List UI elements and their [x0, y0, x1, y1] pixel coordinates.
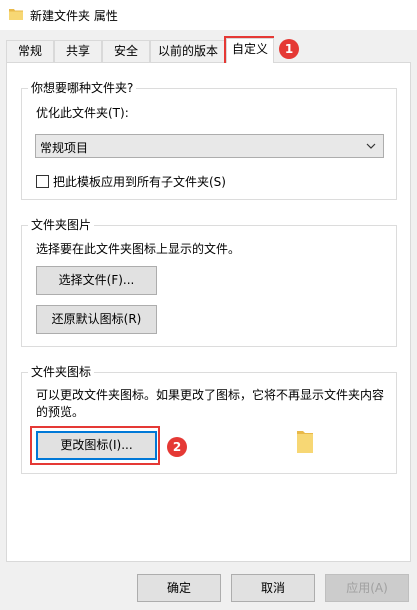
title-bar: 新建文件夹 属性: [0, 0, 417, 30]
annotation-box-2: [30, 426, 160, 465]
cancel-button[interactable]: 取消: [231, 574, 315, 602]
window-title: 新建文件夹 属性: [30, 9, 118, 23]
folder-icon-desc-line1: 可以更改文件夹图标。如果更改了图标，它将不再显示文件夹内容: [36, 388, 385, 402]
folder-preview-icon: [297, 431, 313, 453]
apply-subfolders-checkbox[interactable]: [36, 175, 49, 188]
tab-sharing[interactable]: 共享: [54, 40, 102, 62]
tab-strip: 常规 共享 安全 以前的版本 自定义: [6, 38, 410, 63]
optimize-select-value: 常规项目: [40, 141, 89, 155]
tab-previous-versions[interactable]: 以前的版本: [150, 40, 226, 62]
folder-icon-desc-line2: 的预览。: [36, 405, 85, 419]
optimize-select[interactable]: 常规项目: [35, 134, 384, 158]
tab-customize[interactable]: 自定义: [226, 38, 274, 63]
chevron-down-icon: [366, 143, 376, 149]
annotation-badge-2: 2: [167, 437, 187, 457]
optimize-label: 优化此文件夹(T):: [36, 106, 129, 120]
folder-picture-group-title: 文件夹图片: [28, 218, 95, 232]
folder-icon: [9, 9, 23, 20]
folder-picture-desc: 选择要在此文件夹图标上显示的文件。: [36, 242, 241, 256]
apply-button[interactable]: 应用(A): [325, 574, 409, 602]
folder-icon-group-title: 文件夹图标: [28, 365, 95, 379]
apply-subfolders-label: 把此模板应用到所有子文件夹(S): [53, 175, 226, 189]
folder-type-group-title: 你想要哪种文件夹?: [28, 81, 137, 95]
tab-general[interactable]: 常规: [6, 40, 54, 62]
annotation-badge-1: 1: [279, 39, 299, 59]
tab-security[interactable]: 安全: [102, 40, 150, 62]
restore-default-button[interactable]: 还原默认图标(R): [36, 305, 157, 334]
ok-button[interactable]: 确定: [137, 574, 221, 602]
choose-file-button[interactable]: 选择文件(F)...: [36, 266, 157, 295]
